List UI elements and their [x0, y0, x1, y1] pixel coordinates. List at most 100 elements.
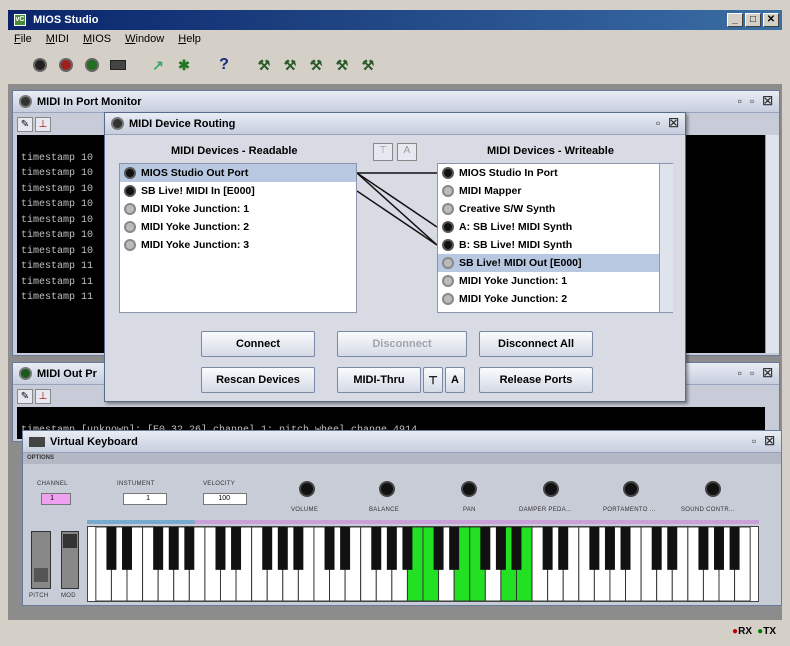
readable-device-item[interactable]: SB Live! MIDI In [E000]: [120, 182, 356, 200]
release-ports-button[interactable]: Release Ports: [479, 367, 593, 393]
writeable-device-list[interactable]: MIOS Studio In Port MIDI Mapper Creative…: [437, 163, 673, 313]
disconnect-all-button[interactable]: Disconnect All: [479, 331, 593, 357]
black-key[interactable]: [511, 527, 522, 570]
maximize-icon[interactable]: ▫: [750, 366, 754, 380]
filter-icon[interactable]: ⊥: [35, 117, 51, 132]
black-key[interactable]: [262, 527, 273, 570]
midi-in-scrollbar[interactable]: [765, 135, 779, 353]
damper-pedal-knob[interactable]: [543, 481, 559, 497]
readable-device-item[interactable]: MIDI Yoke Junction: 2: [120, 218, 356, 236]
readable-device-item[interactable]: MIDI Yoke Junction: 3: [120, 236, 356, 254]
black-key[interactable]: [729, 527, 740, 570]
menu-file[interactable]: File: [14, 30, 32, 48]
black-key[interactable]: [122, 527, 132, 570]
black-key[interactable]: [433, 527, 444, 570]
instrument-spinner[interactable]: 1: [123, 493, 167, 505]
black-key[interactable]: [698, 527, 709, 570]
clear-icon[interactable]: ✎: [17, 389, 33, 404]
writeable-device-item[interactable]: A: SB Live! MIDI Synth: [438, 218, 672, 236]
pan-knob[interactable]: [461, 481, 477, 497]
tool-1-icon[interactable]: ⚒: [254, 54, 274, 76]
black-key[interactable]: [215, 527, 226, 570]
sort-readable-icon[interactable]: A: [397, 143, 417, 161]
close-icon[interactable]: ☒: [762, 366, 773, 380]
menu-midi[interactable]: MIDI: [46, 30, 69, 48]
close-icon[interactable]: ☒: [764, 434, 775, 448]
restore-icon[interactable]: ▫: [752, 434, 756, 448]
readable-device-list[interactable]: MIOS Studio Out Port SB Live! MIDI In [E…: [119, 163, 357, 313]
velocity-spinner[interactable]: 100: [203, 493, 247, 505]
rescan-devices-button[interactable]: Rescan Devices: [201, 367, 315, 393]
sound-control-knob[interactable]: [705, 481, 721, 497]
pitch-wheel[interactable]: [31, 531, 51, 589]
black-key[interactable]: [184, 527, 195, 570]
writeable-device-item[interactable]: MIOS Studio In Port: [438, 164, 672, 182]
black-key[interactable]: [651, 527, 662, 570]
black-key[interactable]: [480, 527, 491, 570]
tool-5-icon[interactable]: ⚒: [358, 54, 378, 76]
restore-icon[interactable]: ▫: [738, 366, 742, 380]
black-key[interactable]: [589, 527, 600, 570]
midi-in-monitor-icon[interactable]: [56, 54, 76, 76]
black-key[interactable]: [558, 527, 569, 570]
black-key[interactable]: [495, 527, 506, 570]
writeable-device-item[interactable]: MIDI Yoke Junction: 1: [438, 272, 672, 290]
writeable-device-item[interactable]: SB Live! MIDI Out [E000]: [438, 254, 672, 272]
maximize-button[interactable]: □: [745, 13, 761, 27]
filter-readable-icon[interactable]: ⊤: [373, 143, 393, 161]
close-button[interactable]: ✕: [763, 13, 779, 27]
midi-thru-button[interactable]: MIDI-Thru: [337, 367, 421, 393]
midi-thru-sort-icon[interactable]: A: [445, 367, 465, 393]
readable-device-item[interactable]: MIDI Yoke Junction: 1: [120, 200, 356, 218]
channel-spinner[interactable]: 1: [41, 493, 71, 505]
writeable-device-item[interactable]: MIDI Mapper: [438, 182, 672, 200]
tool-2-icon[interactable]: ⚒: [280, 54, 300, 76]
writeable-device-item[interactable]: Creative S/W Synth: [438, 200, 672, 218]
black-key[interactable]: [106, 527, 117, 570]
clear-icon[interactable]: ✎: [17, 117, 33, 132]
black-key[interactable]: [604, 527, 615, 570]
black-key[interactable]: [620, 527, 631, 570]
midi-device-icon[interactable]: [30, 54, 50, 76]
minimize-button[interactable]: _: [727, 13, 743, 27]
black-key[interactable]: [324, 527, 335, 570]
close-icon[interactable]: ☒: [668, 116, 679, 130]
mod-wheel[interactable]: [61, 531, 79, 589]
filter-icon[interactable]: ⊥: [35, 389, 51, 404]
midi-out-monitor-icon[interactable]: [82, 54, 102, 76]
menu-help[interactable]: Help: [178, 30, 201, 48]
disconnect-button[interactable]: Disconnect: [337, 331, 467, 357]
black-key[interactable]: [449, 527, 460, 570]
volume-knob[interactable]: [299, 481, 315, 497]
black-key[interactable]: [168, 527, 179, 570]
mios-upload-icon[interactable]: ✱: [174, 54, 194, 76]
sysex-icon[interactable]: ↗: [148, 54, 168, 76]
black-key[interactable]: [542, 527, 553, 570]
black-key[interactable]: [667, 527, 678, 570]
readable-device-item[interactable]: MIOS Studio Out Port: [120, 164, 356, 182]
restore-icon[interactable]: ▫: [656, 116, 660, 130]
black-key[interactable]: [371, 527, 382, 570]
writeable-device-item[interactable]: B: SB Live! MIDI Synth: [438, 236, 672, 254]
black-key[interactable]: [277, 527, 288, 570]
midi-thru-filter-icon[interactable]: ⊤: [423, 367, 443, 393]
menu-window[interactable]: Window: [125, 30, 164, 48]
portamento-knob[interactable]: [623, 481, 639, 497]
connect-button[interactable]: Connect: [201, 331, 315, 357]
black-key[interactable]: [340, 527, 351, 570]
tool-4-icon[interactable]: ⚒: [332, 54, 352, 76]
writeable-device-item[interactable]: MIDI Yoke Junction: 2: [438, 290, 672, 308]
menu-mios[interactable]: MIOS: [83, 30, 111, 48]
black-key[interactable]: [231, 527, 242, 570]
help-icon[interactable]: ?: [214, 54, 234, 76]
writeable-scrollbar[interactable]: [659, 164, 673, 312]
maximize-icon[interactable]: ▫: [750, 94, 754, 108]
black-key[interactable]: [153, 527, 164, 570]
restore-icon[interactable]: ▫: [738, 94, 742, 108]
black-key[interactable]: [386, 527, 397, 570]
black-key[interactable]: [714, 527, 724, 570]
black-key[interactable]: [402, 527, 413, 570]
black-key[interactable]: [293, 527, 304, 570]
balance-knob[interactable]: [379, 481, 395, 497]
piano-keys[interactable]: [87, 526, 759, 602]
